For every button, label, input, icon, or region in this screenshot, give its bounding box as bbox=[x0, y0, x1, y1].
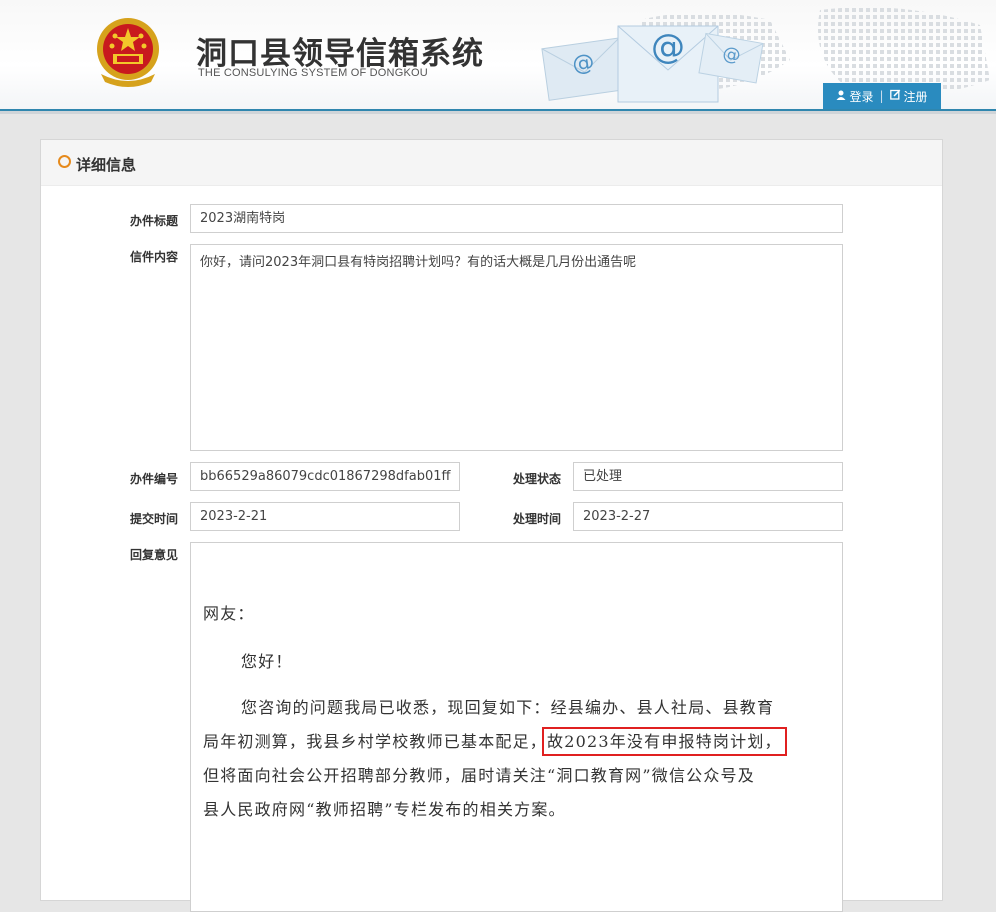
process-time-label: 处理时间 bbox=[513, 512, 562, 526]
login-link[interactable]: 登录 bbox=[836, 88, 873, 105]
content-label: 信件内容 bbox=[130, 250, 179, 264]
user-icon bbox=[836, 89, 846, 103]
user-bar: 登录 | 注册 bbox=[823, 83, 941, 109]
subject-field[interactable]: 2023湖南特岗 bbox=[190, 204, 843, 233]
site-header: 洞口县领导信箱系统 THE CONSULYING SYSTEM OF DONGK… bbox=[0, 0, 996, 109]
reply-body-line: 您咨询的问题我局已收悉，现回复如下：经县编办、县人社局、县教育 bbox=[241, 698, 775, 717]
national-emblem-logo bbox=[95, 16, 161, 88]
reply-body-line: 但将面向社会公开招聘部分教师，届时请关注“洞口教育网”微信公众号及 bbox=[203, 766, 755, 785]
reply-body-text: 局年初测算，我县乡村学校教师已基本配足， bbox=[203, 732, 548, 751]
process-time-field[interactable]: 2023-2-27 bbox=[573, 502, 843, 531]
email-envelopes-decoration: @ @ @ bbox=[541, 25, 764, 103]
content-textarea[interactable]: 你好，请问2023年洞口县有特岗招聘计划吗？有的话大概是几月份出通告呢 bbox=[190, 244, 843, 451]
header-shadow bbox=[0, 111, 996, 114]
register-label: 注册 bbox=[903, 89, 928, 104]
edit-icon bbox=[889, 89, 901, 103]
reply-label: 回复意见 bbox=[130, 548, 179, 562]
submit-time-label: 提交时间 bbox=[130, 512, 179, 526]
detail-panel: 详细信息 办件标题 2023湖南特岗 信件内容 你好，请问2023年洞口县有特岗… bbox=[40, 139, 943, 912]
reply-body-line: 局年初测算，我县乡村学校教师已基本配足，故2023年没有申报特岗计划， bbox=[203, 727, 787, 756]
svg-text:@: @ bbox=[651, 27, 685, 67]
site-subtitle: THE CONSULYING SYSTEM OF DONGKOU bbox=[198, 67, 428, 79]
submit-time-field[interactable]: 2023-2-21 bbox=[190, 502, 460, 531]
status-field[interactable]: 已处理 bbox=[573, 462, 843, 491]
panel-header: 详细信息 bbox=[41, 140, 942, 186]
subject-label: 办件标题 bbox=[130, 214, 179, 228]
divider: | bbox=[879, 89, 884, 103]
reply-body-line: 县人民政府网“教师招聘”专栏发布的相关方案。 bbox=[203, 800, 566, 819]
svg-text:@: @ bbox=[721, 43, 742, 67]
number-field[interactable]: bb66529a86079cdc01867298dfab01ff bbox=[190, 462, 460, 491]
reply-textarea[interactable]: 网友： 您好！ 您咨询的问题我局已收悉，现回复如下：经县编办、县人社局、县教育 … bbox=[190, 542, 843, 912]
svg-text:@: @ bbox=[571, 50, 596, 78]
highlighted-text: 故2023年没有申报特岗计划， bbox=[542, 727, 787, 756]
login-label: 登录 bbox=[849, 89, 874, 104]
register-link[interactable]: 注册 bbox=[889, 88, 928, 105]
number-label: 办件编号 bbox=[130, 472, 179, 486]
status-label: 处理状态 bbox=[513, 472, 562, 486]
reply-greeting: 网友： bbox=[203, 604, 255, 623]
section-ring-icon bbox=[58, 155, 71, 168]
panel-title: 详细信息 bbox=[76, 156, 137, 174]
reply-salutation: 您好！ bbox=[241, 652, 293, 671]
